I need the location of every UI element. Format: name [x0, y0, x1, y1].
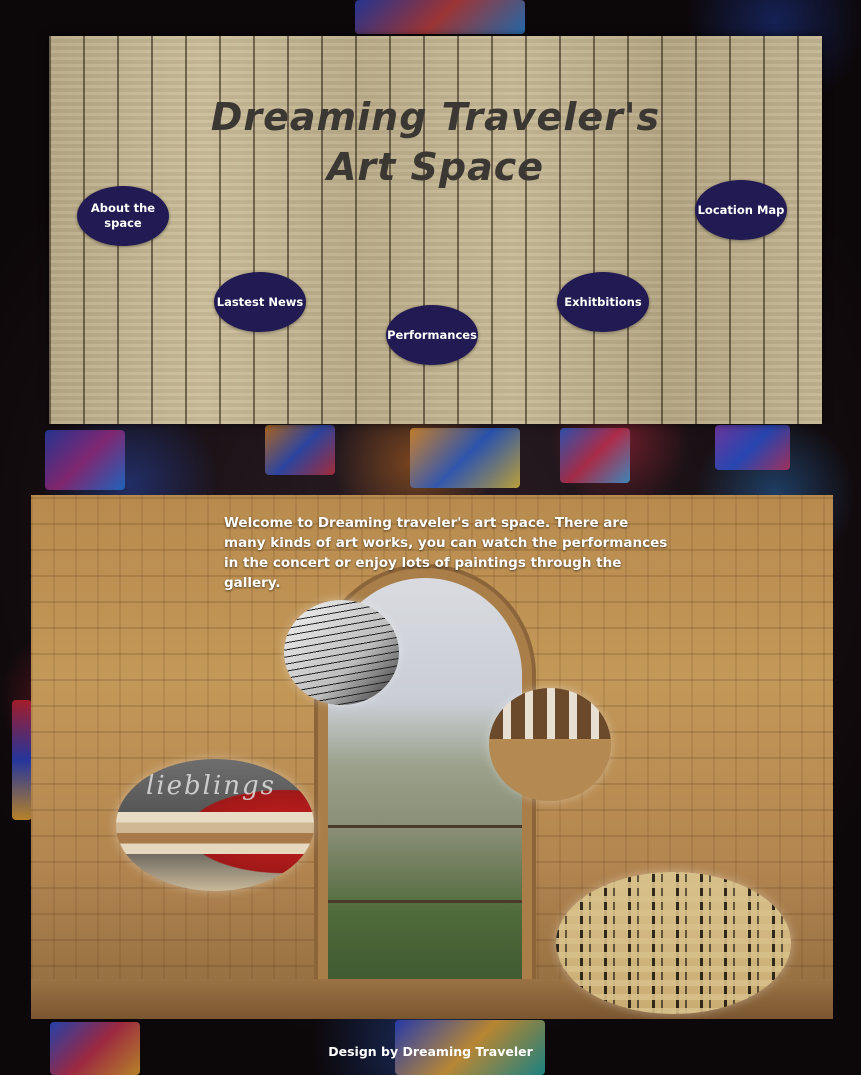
nav-performances-label: Performances — [387, 327, 477, 342]
nav-location-button[interactable]: Location Map — [695, 180, 787, 240]
main-hall-section: Welcome to Dreaming traveler's art space… — [31, 495, 833, 1019]
nav-news-button[interactable]: Lastest News — [214, 272, 306, 332]
gallery-image-link[interactable] — [489, 688, 611, 801]
site-title-line1: Dreaming Traveler's — [210, 95, 661, 139]
stained-glass-pane — [45, 430, 125, 490]
site-title: Dreaming Traveler's Art Space — [49, 92, 822, 192]
site-title-line2: Art Space — [326, 145, 545, 189]
nav-exhibitions-label: Exhitbitions — [564, 294, 642, 309]
nav-performances-button[interactable]: Performances — [386, 305, 478, 365]
welcome-text: Welcome to Dreaming traveler's art space… — [224, 515, 668, 591]
nav-location-label: Location Map — [697, 202, 785, 217]
stained-glass-pane — [410, 428, 520, 488]
nav-about-button[interactable]: About the space — [77, 186, 169, 246]
window-rail — [328, 825, 522, 828]
stained-glass-pane — [12, 700, 32, 820]
window-rail — [328, 900, 522, 903]
stained-glass-pane — [355, 0, 525, 34]
pillow-text: lieblings — [146, 771, 277, 801]
stained-glass-pane — [560, 428, 630, 483]
sheet-music-image-link[interactable] — [284, 600, 399, 705]
stained-glass-pane — [265, 425, 335, 475]
nav-about-label: About the space — [90, 201, 156, 230]
wood-header-panel: Dreaming Traveler's Art Space About the … — [49, 36, 822, 424]
stained-glass-pane — [715, 425, 790, 470]
books-image-link[interactable]: lieblings — [116, 759, 314, 891]
nav-news-label: Lastest News — [216, 294, 304, 309]
calligraphy-image-link[interactable] — [556, 872, 791, 1014]
footer-credit: Design by Dreaming Traveler — [328, 1044, 533, 1059]
nav-exhibitions-button[interactable]: Exhitbitions — [557, 272, 649, 332]
